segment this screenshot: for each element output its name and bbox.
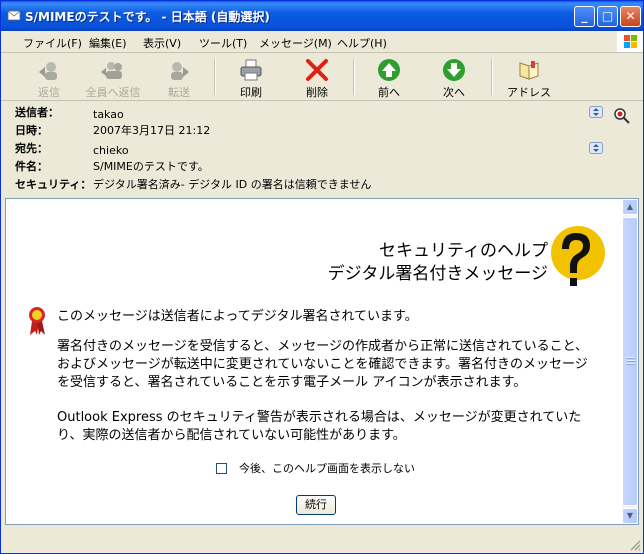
subject-value: S/MIMEのテストです。 <box>93 160 209 173</box>
green-up-arrow-icon <box>378 59 400 81</box>
previous-label: 前へ <box>378 86 400 99</box>
menu-view[interactable]: 表示(V) <box>143 35 181 51</box>
help-paragraph-signed: 署名付きのメッセージを受信すると、メッセージの作成者から正常に送信されていること… <box>57 339 589 390</box>
dont-show-again-row[interactable]: 今後、このヘルプ画面を表示しない <box>216 460 415 476</box>
dont-show-again-checkbox[interactable] <box>216 463 227 474</box>
envelope-icon <box>7 10 21 21</box>
vertical-scrollbar[interactable]: ▲ ▼ <box>622 199 638 524</box>
delete-label: 削除 <box>306 86 328 99</box>
toolbar-separator <box>214 59 216 95</box>
reply-all-button[interactable]: 全員へ返信 <box>81 56 145 99</box>
reply-label: 返信 <box>38 86 60 99</box>
status-bar <box>1 529 643 553</box>
question-mark-icon <box>551 226 605 286</box>
help-paragraph-warning: Outlook Express のセキュリティ警告が表示される場合は、メッセージ… <box>57 410 582 443</box>
from-value: takao <box>93 108 124 121</box>
maximize-button[interactable]: □ <box>597 6 618 27</box>
scroll-up-button[interactable]: ▲ <box>622 199 638 215</box>
menu-tools[interactable]: ツール(T) <box>199 35 247 51</box>
forward-icon <box>171 62 189 80</box>
printer-icon <box>240 59 262 81</box>
scroll-thumb[interactable] <box>622 217 638 506</box>
scroll-down-button[interactable]: ▼ <box>622 508 638 524</box>
security-label: セキュリティ： <box>15 178 92 191</box>
address-book-icon <box>519 61 539 80</box>
outlook-message-window: S/MIMEのテストです。 - 日本語 (自動選択) _ □ ✕ ファイル(F)… <box>0 0 644 554</box>
expand-to-icon[interactable] <box>589 142 603 154</box>
from-label: 送信者： <box>15 106 59 119</box>
title-bar[interactable]: S/MIMEのテストです。 - 日本語 (自動選択) _ □ ✕ <box>1 1 643 31</box>
thumb-grip <box>627 363 635 365</box>
help-title: セキュリティのヘルプ <box>379 241 548 261</box>
forward-label: 転送 <box>168 86 190 99</box>
next-label: 次へ <box>443 86 465 99</box>
minimize-button[interactable]: _ <box>574 6 595 27</box>
continue-button[interactable]: 続行 <box>296 495 336 515</box>
dont-show-again-label[interactable]: 今後、このヘルプ画面を表示しない <box>239 462 415 475</box>
thumb-grip <box>627 357 635 359</box>
certificate-ribbon-icon <box>29 307 45 335</box>
red-x-icon <box>306 59 328 81</box>
expand-from-icon[interactable] <box>589 106 603 118</box>
message-header: 送信者： takao 日時： 2007年3月17日 21:12 宛先： chie… <box>1 101 643 197</box>
security-value: デジタル署名済み- デジタル ID の署名は信頼できません <box>93 178 372 191</box>
delete-button[interactable]: 削除 <box>296 56 338 99</box>
forward-button[interactable]: 転送 <box>158 56 200 99</box>
print-label: 印刷 <box>240 86 262 99</box>
help-intro: このメッセージは送信者によってデジタル署名されています。 <box>57 309 418 324</box>
address-book-button[interactable]: アドレス <box>504 56 554 99</box>
close-button[interactable]: ✕ <box>620 6 641 27</box>
previous-button[interactable]: 前へ <box>368 56 410 99</box>
next-button[interactable]: 次へ <box>433 56 475 99</box>
print-button[interactable]: 印刷 <box>230 56 272 99</box>
green-down-arrow-icon <box>443 59 465 81</box>
menu-help[interactable]: ヘルプ(H) <box>337 35 387 51</box>
reply-all-label: 全員へ返信 <box>85 86 141 99</box>
reply-button[interactable]: 返信 <box>27 56 71 99</box>
menu-bar: ファイル(F) 編集(E) 表示(V) ツール(T) メッセージ(M) ヘルプ(… <box>1 31 643 53</box>
to-label: 宛先： <box>15 142 48 155</box>
toolbar: 返信 全員へ返信 転送 印刷 削除 前へ 次へ アドレス <box>1 53 643 101</box>
reply-icon <box>39 62 57 80</box>
menu-message[interactable]: メッセージ(M) <box>259 35 332 51</box>
window-title: S/MIMEのテストです。 - 日本語 (自動選択) <box>25 10 270 24</box>
date-value: 2007年3月17日 21:12 <box>93 124 211 137</box>
subject-label: 件名： <box>15 160 48 173</box>
thumb-grip <box>627 360 635 362</box>
menu-edit[interactable]: 編集(E) <box>89 35 127 51</box>
to-value: chieko <box>93 144 129 157</box>
menu-file[interactable]: ファイル(F) <box>23 35 82 51</box>
toolbar-separator <box>353 59 355 95</box>
date-label: 日時： <box>15 124 48 137</box>
toolbar-separator <box>491 59 493 95</box>
security-warning-icon[interactable] <box>613 107 631 125</box>
reply-all-icon <box>101 62 122 79</box>
message-body: セキュリティのヘルプ デジタル署名付きメッセージ このメッセージは送信者によって… <box>5 198 639 525</box>
windows-logo-icon <box>617 31 643 52</box>
address-label: アドレス <box>507 86 551 99</box>
help-subtitle: デジタル署名付きメッセージ <box>327 264 548 284</box>
resize-grip-icon[interactable] <box>629 539 641 551</box>
